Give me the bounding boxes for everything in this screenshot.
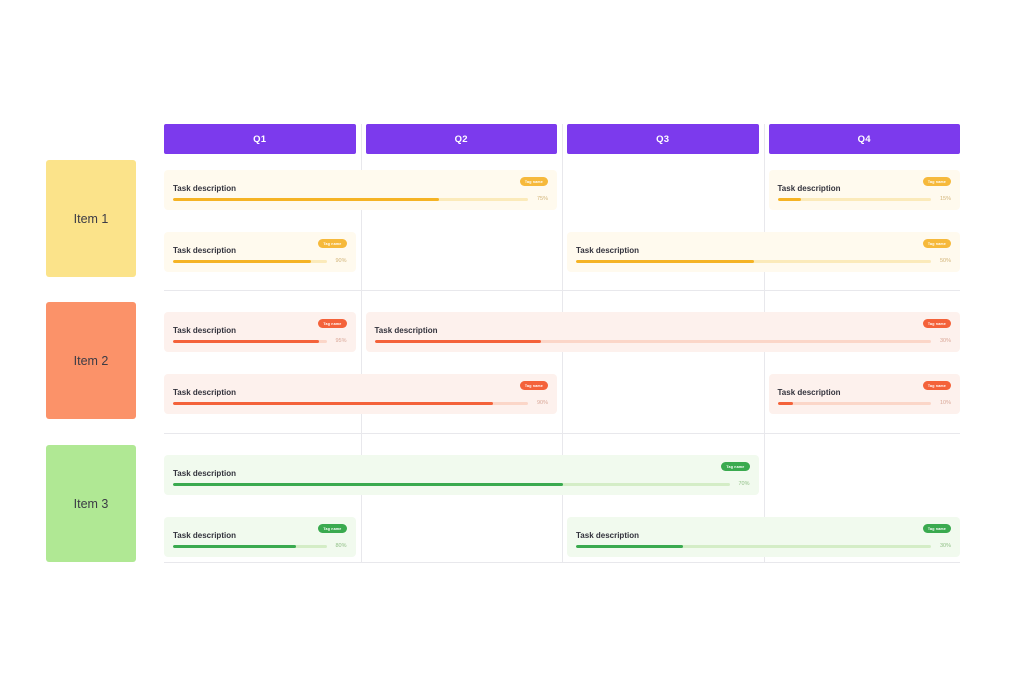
row-label-3[interactable]: Item 3 [46,445,136,562]
row-separator-2 [164,562,960,563]
task-card[interactable]: Task description Tag name 90% [164,232,356,272]
progress-percent-label: 10% [939,400,951,406]
task-progress-row: 95% [173,338,347,344]
row-separator-0 [164,290,960,291]
progress-fill [173,197,440,201]
progress-track[interactable] [173,482,730,486]
progress-percent-label: 30% [939,338,951,344]
quarter-header-q4[interactable]: Q4 [768,124,960,154]
progress-fill [374,339,542,343]
task-tag-badge[interactable]: Tag name [922,524,951,533]
task-tag-badge[interactable]: Tag name [922,239,951,248]
quarter-header-q2[interactable]: Q2 [365,124,557,154]
task-card[interactable]: Task description Tag name 75% [164,170,557,210]
row-label-1[interactable]: Item 1 [46,160,136,277]
task-progress-row: 10% [777,400,951,406]
task-progress-row: 75% [173,196,548,202]
progress-percent-label: 30% [939,543,951,549]
task-title: Task description [777,388,841,397]
progress-track[interactable] [173,401,528,405]
quarter-header-q3[interactable]: Q3 [567,124,759,154]
task-progress-row: 15% [777,196,951,202]
task-card[interactable]: Task description Tag name 30% [365,312,960,352]
task-title: Task description [576,246,639,255]
progress-track[interactable] [173,544,327,548]
progress-fill [777,401,793,405]
task-progress-row: 90% [173,400,548,406]
task-title: Task description [173,326,236,335]
task-tag-badge[interactable]: Tag name [519,381,548,390]
task-tag-badge[interactable]: Tag name [318,524,347,533]
task-card[interactable]: Task description Tag name 10% [768,374,960,414]
progress-fill [173,482,563,486]
task-progress-row: 30% [374,338,951,344]
row-label-2[interactable]: Item 2 [46,302,136,419]
progress-fill [576,544,683,548]
progress-percent-label: 15% [939,196,951,202]
task-title: Task description [374,326,438,335]
progress-track[interactable] [777,401,931,405]
task-card[interactable]: Task description Tag name 70% [164,455,759,495]
progress-percent-label: 70% [738,481,750,487]
progress-fill [173,544,296,548]
progress-fill [173,259,312,263]
task-title: Task description [173,388,236,397]
row-separator-1 [164,433,960,434]
task-tag-badge[interactable]: Tag name [922,319,951,328]
progress-percent-label: 95% [335,338,347,344]
task-card[interactable]: Task description Tag name 15% [768,170,960,210]
task-tag-badge[interactable]: Tag name [318,239,347,248]
progress-track[interactable] [576,259,931,263]
progress-percent-label: 90% [335,258,347,264]
progress-track[interactable] [173,339,327,343]
task-progress-row: 90% [173,258,347,264]
task-tag-badge[interactable]: Tag name [922,177,951,186]
progress-percent-label: 80% [335,543,347,549]
progress-track[interactable] [576,544,931,548]
task-card[interactable]: Task description Tag name 80% [164,517,356,557]
task-progress-row: 70% [173,481,750,487]
task-title: Task description [173,246,236,255]
task-tag-badge[interactable]: Tag name [318,319,347,328]
task-progress-row: 50% [576,258,951,264]
progress-track[interactable] [173,197,528,201]
progress-track[interactable] [374,339,931,343]
progress-track[interactable] [777,197,931,201]
task-title: Task description [173,184,236,193]
progress-percent-label: 90% [536,400,548,406]
task-title: Task description [777,184,841,193]
task-title: Task description [576,531,639,540]
progress-fill [576,259,754,263]
task-card[interactable]: Task description Tag name 95% [164,312,356,352]
progress-percent-label: 75% [536,196,548,202]
task-card[interactable]: Task description Tag name 50% [567,232,960,272]
progress-track[interactable] [173,259,327,263]
task-tag-badge[interactable]: Tag name [721,462,750,471]
progress-fill [777,197,801,201]
progress-percent-label: 50% [939,258,951,264]
task-progress-row: 30% [576,543,951,549]
task-progress-row: 80% [173,543,347,549]
task-title: Task description [173,531,236,540]
quarter-header-q1[interactable]: Q1 [164,124,356,154]
task-tag-badge[interactable]: Tag name [922,381,951,390]
task-tag-badge[interactable]: Tag name [519,177,548,186]
progress-fill [173,401,493,405]
task-card[interactable]: Task description Tag name 30% [567,517,960,557]
progress-fill [173,339,319,343]
roadmap-timeline-page: Q1 Q2 Q3 Q4 Item 1 Item 2 Item 3 Task descrip… [0,0,1024,690]
task-card[interactable]: Task description Tag name 90% [164,374,557,414]
task-title: Task description [173,469,236,478]
